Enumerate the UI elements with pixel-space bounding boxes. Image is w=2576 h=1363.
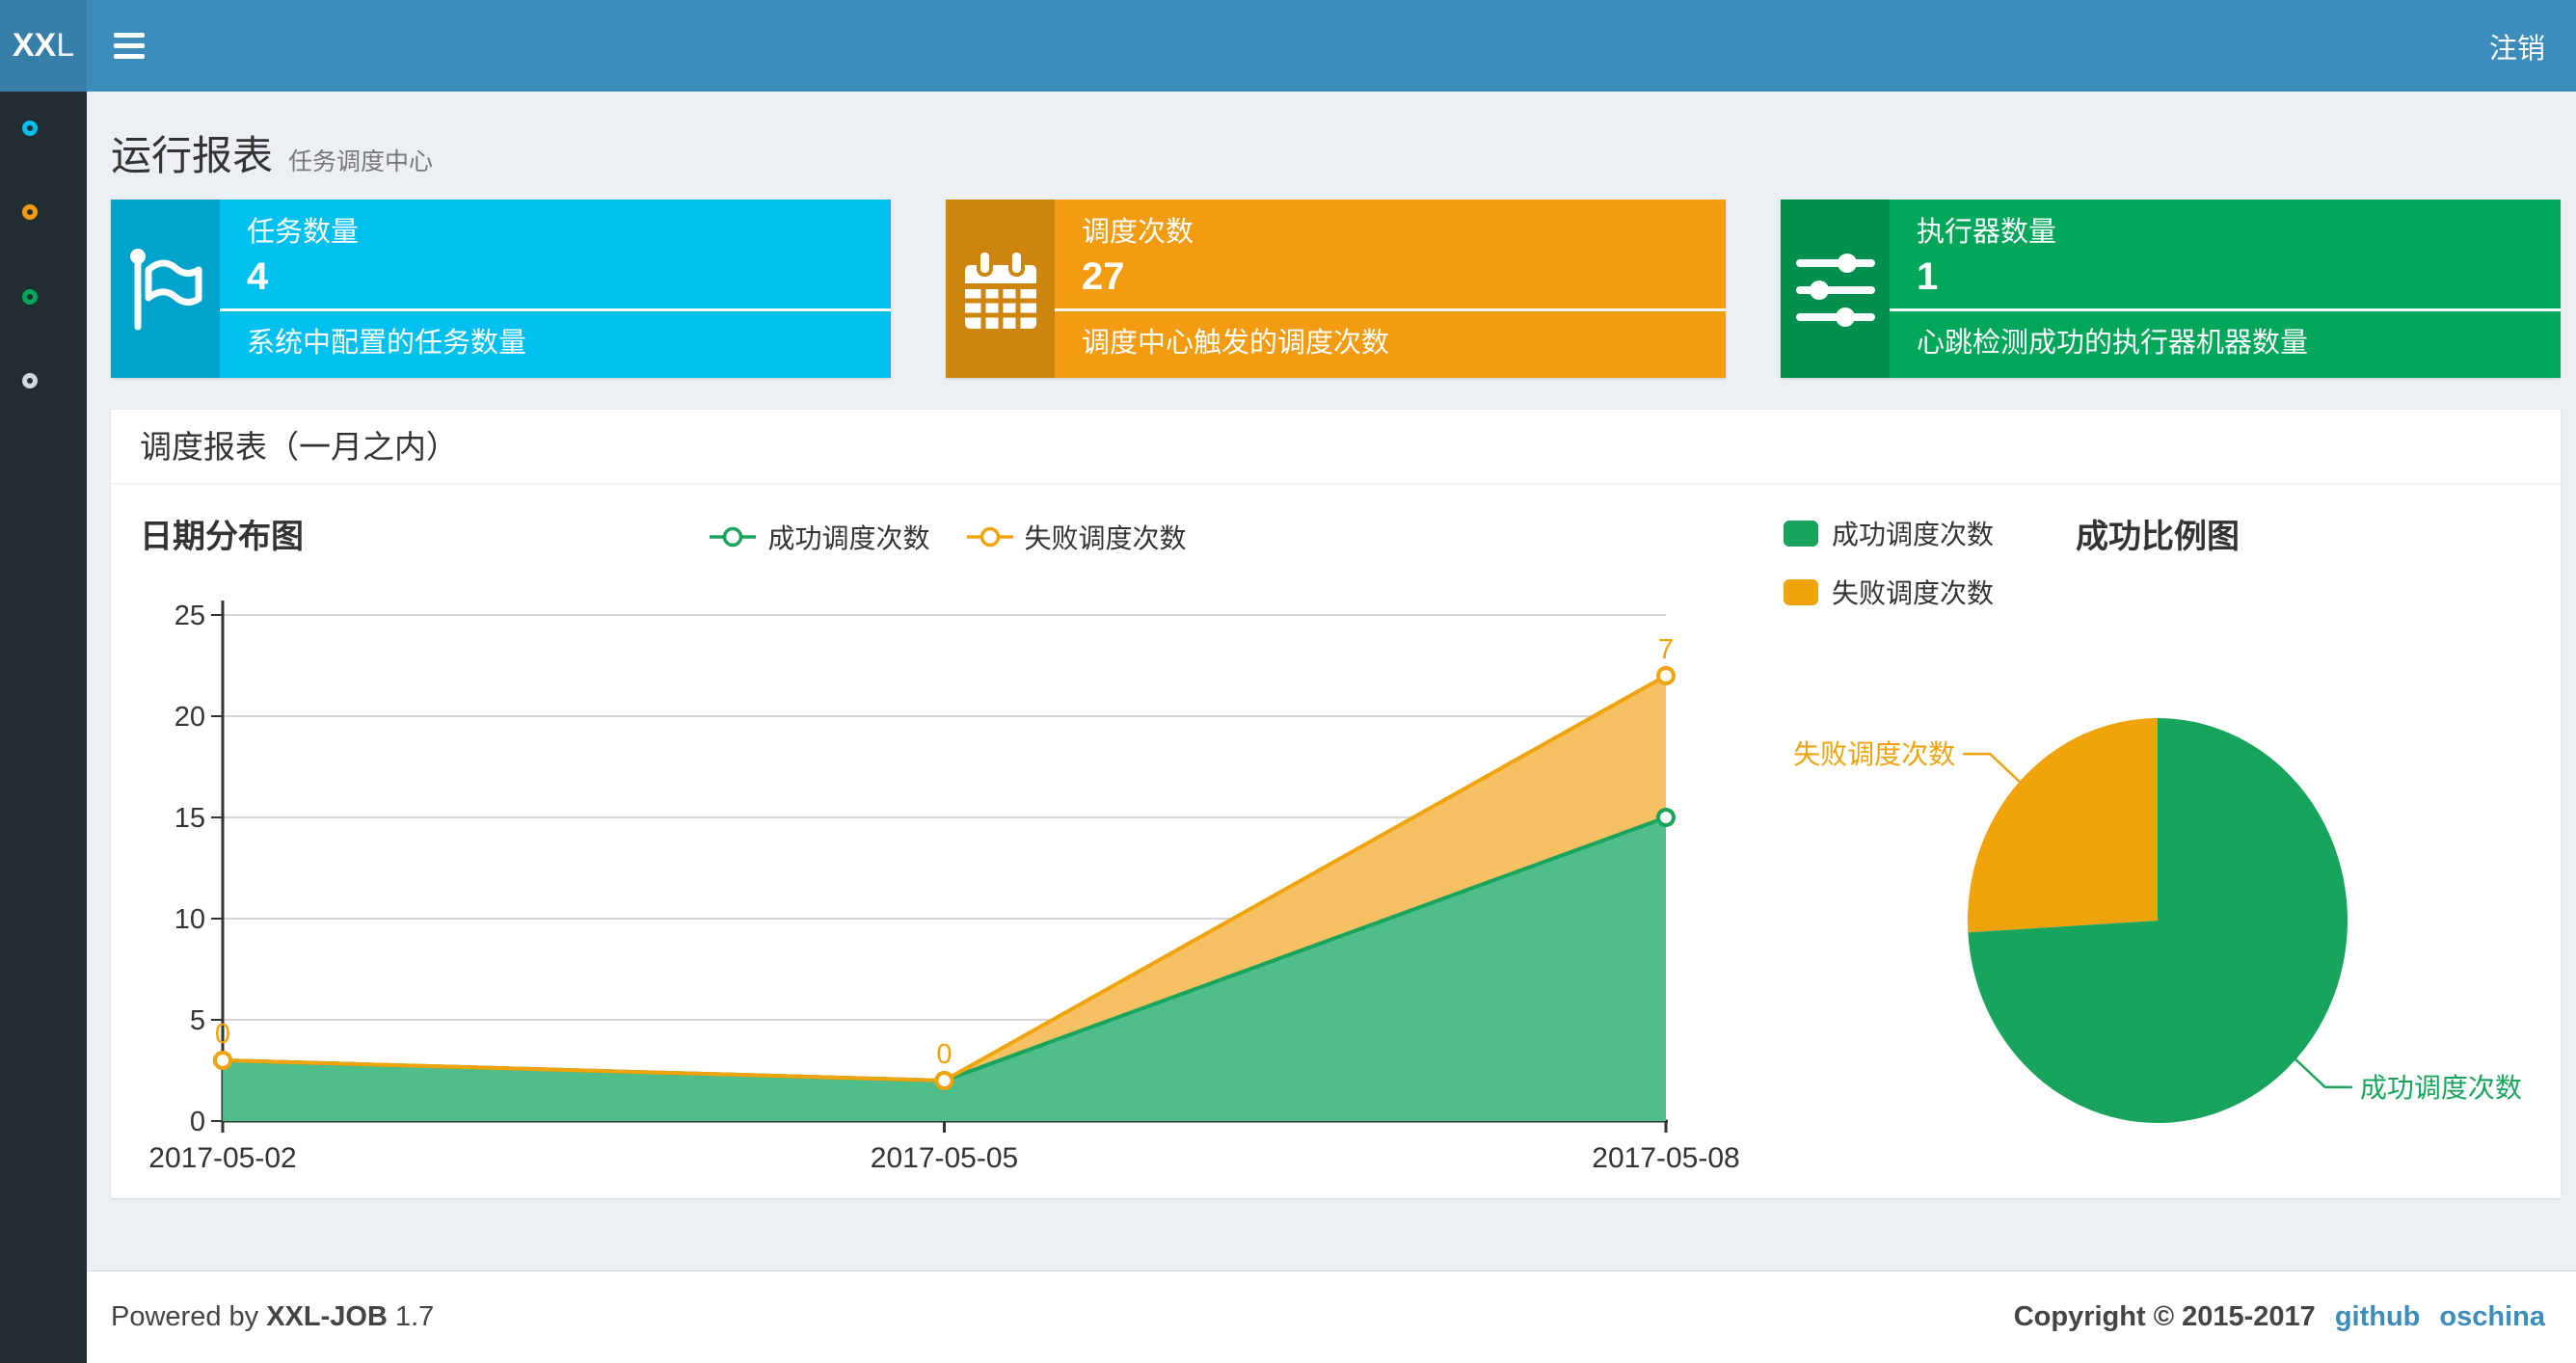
stat-value: 1 — [1917, 255, 1939, 298]
footer: Powered by XXL-JOB 1.7 Copyright © 2015-… — [87, 1270, 2576, 1363]
y-axis-tick-label: 5 — [190, 1005, 205, 1036]
xxl-job-dashboard: XX L 注销 运行报表 任务调度中心 任务数量 4 系统中配置的任务数量 调度… — [0, 0, 2576, 1363]
pie-label-leader-line — [2294, 1058, 2352, 1089]
stat-title: 执行器数量 — [1917, 217, 2057, 248]
brand-name: XXL-JOB — [266, 1301, 388, 1332]
sliders-icon — [1781, 200, 1890, 378]
app-logo-light: L — [56, 27, 75, 64]
sidebar-item-report-circle-icon[interactable] — [22, 120, 38, 136]
powered-by: Powered by XXL-JOB 1.7 — [111, 1301, 434, 1333]
sidebar — [0, 92, 87, 1363]
y-axis-tick-label: 25 — [174, 601, 205, 631]
stats-row: 任务数量 4 系统中配置的任务数量 调度次数 27 调度中心触发的调度次数 执行… — [111, 200, 2561, 378]
report-panel: 调度报表（一月之内） 日期分布图 成功调度次数 失败调度次数 0 5 10 15 20 25… — [111, 410, 2561, 1198]
x-axis-tick-label: 2017-05-02 — [148, 1142, 296, 1174]
stat-box-triggers: 调度次数 27 调度中心触发的调度次数 — [946, 200, 1726, 378]
failure-point-marker[interactable] — [1656, 666, 1676, 685]
sidebar-item-executor-circle-icon[interactable] — [22, 289, 38, 305]
stacked-area-chart[interactable]: 05101520252017-05-02 2017-05-05 2017-05-08… — [111, 557, 1750, 1189]
failure-point-label: 0 — [215, 1019, 230, 1050]
app-logo[interactable]: XX L — [0, 0, 87, 92]
sidebar-item-jobs-circle-icon[interactable] — [22, 204, 38, 220]
pie-slice-label: 成功调度次数 — [2360, 1073, 2522, 1103]
success-point-marker[interactable] — [1656, 808, 1676, 827]
failure-point-marker[interactable] — [213, 1051, 232, 1070]
pie-label-leader-line — [1963, 752, 2021, 783]
hamburger-icon — [114, 33, 145, 38]
date-distribution-chart-area: 日期分布图 成功调度次数 失败调度次数 0 5 10 15 20 25 2017-05-02 2… — [111, 485, 1784, 1196]
page-title: 运行报表 — [111, 133, 274, 178]
top-navbar: XX L 注销 — [0, 0, 2576, 92]
brand-version: 1.7 — [394, 1301, 435, 1332]
y-axis-tick-label: 15 — [174, 803, 205, 834]
stat-body: 调度次数 27 调度中心触发的调度次数 — [1055, 200, 1726, 378]
x-axis-tick-label: 2017-05-05 — [871, 1142, 1018, 1174]
failure-point-label: 7 — [1658, 634, 1674, 665]
stat-value: 4 — [247, 255, 269, 298]
stat-description: 系统中配置的任务数量 — [247, 328, 527, 359]
calendar-icon — [946, 200, 1055, 378]
legend-label: 失败调度次数 — [1024, 523, 1187, 553]
legend-label: 成功调度次数 — [767, 523, 930, 553]
footer-right: Copyright © 2015-2017 github oschina — [2014, 1301, 2545, 1333]
stat-body: 执行器数量 1 心跳检测成功的执行器机器数量 — [1890, 200, 2561, 378]
pie-slice-label: 失败调度次数 — [1793, 739, 1955, 769]
legend-line-marker-icon — [966, 526, 1013, 548]
stat-title: 任务数量 — [247, 217, 360, 248]
legend-item[interactable]: 失败调度次数 — [965, 518, 1187, 556]
panel-title: 调度报表（一月之内） — [111, 410, 2561, 485]
legend-item[interactable]: 成功调度次数 — [708, 518, 930, 556]
flag-icon — [111, 200, 220, 378]
legend-line-marker-icon — [710, 526, 757, 548]
page-header: 运行报表 任务调度中心 — [87, 92, 2576, 182]
navbar: 注销 — [87, 0, 2576, 92]
page-subtitle: 任务调度中心 — [288, 148, 434, 175]
logout-link[interactable]: 注销 — [2489, 26, 2545, 67]
stat-box-jobs: 任务数量 4 系统中配置的任务数量 — [111, 200, 891, 378]
oschina-link[interactable]: oschina — [2439, 1301, 2545, 1333]
main-content: 运行报表 任务调度中心 任务数量 4 系统中配置的任务数量 调度次数 27 调度… — [87, 92, 2576, 1363]
hamburger-icon — [114, 54, 145, 59]
stat-body: 任务数量 4 系统中配置的任务数量 — [220, 200, 891, 378]
sidebar-item-help-circle-icon[interactable] — [22, 373, 38, 388]
stat-value: 27 — [1082, 255, 1125, 298]
app-logo-bold: XX — [12, 27, 57, 64]
y-axis-tick-label: 10 — [174, 904, 205, 935]
success-ratio-chart-area: 成功比例图 成功调度次数 失败调度次数 成功调度次数 失败调度次数 — [1784, 485, 2563, 1196]
stat-box-executors: 执行器数量 1 心跳检测成功的执行器机器数量 — [1781, 200, 2561, 378]
sidebar-toggle-button[interactable] — [87, 0, 154, 92]
powered-prefix: Powered by — [111, 1301, 259, 1332]
panel-body: 日期分布图 成功调度次数 失败调度次数 0 5 10 15 20 25 2017-05-02 2… — [111, 485, 2561, 1196]
stat-title: 调度次数 — [1082, 217, 1194, 248]
pie-chart[interactable]: 成功调度次数 失败调度次数 — [1784, 485, 2563, 1196]
copyright-text: Copyright © 2015-2017 — [2013, 1301, 2316, 1332]
x-axis-tick-label: 2017-05-08 — [1592, 1142, 1739, 1174]
pie-slice[interactable] — [1968, 718, 2158, 933]
github-link[interactable]: github — [2335, 1301, 2421, 1333]
hamburger-icon — [114, 43, 145, 48]
y-axis-tick-label: 20 — [174, 702, 205, 733]
failure-point-label: 0 — [936, 1039, 952, 1070]
stat-description: 心跳检测成功的执行器机器数量 — [1917, 328, 2309, 359]
line-chart-legend: 成功调度次数 失败调度次数 — [111, 518, 1784, 556]
stat-description: 调度中心触发的调度次数 — [1082, 328, 1390, 359]
failure-point-marker[interactable] — [934, 1071, 954, 1090]
y-axis-tick-label: 0 — [190, 1107, 205, 1137]
